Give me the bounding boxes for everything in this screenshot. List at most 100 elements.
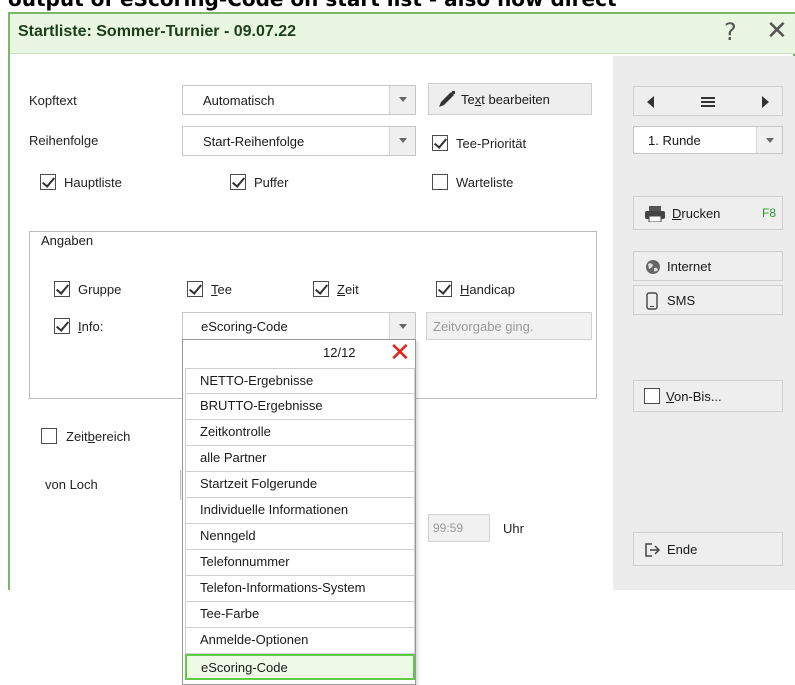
close-icon[interactable]: ✕ xyxy=(766,16,788,46)
warteliste-label: Warteliste xyxy=(456,175,514,190)
kopftext-select[interactable]: Automatisch xyxy=(182,85,416,115)
dropdown-option[interactable]: Telefonnummer xyxy=(185,550,415,576)
handicap-label-rest: andicap xyxy=(469,282,515,297)
print-label: rucken xyxy=(681,206,721,221)
zeit-label-rest: eit xyxy=(344,282,359,297)
info-select[interactable]: eScoring-Code xyxy=(182,312,416,340)
title-bar: Startliste: Sommer-Turnier - 09.07.22 ? … xyxy=(10,14,795,54)
handicap-mnemonic: H xyxy=(460,282,470,297)
von-bis-label: on-Bis... xyxy=(673,389,722,404)
gruppe-checkbox[interactable] xyxy=(54,281,70,297)
zeitbereich-label: Zeitbereich xyxy=(66,429,130,444)
dropdown-option[interactable]: Zeitkontrolle xyxy=(185,420,415,446)
dropdown-option[interactable]: Tee-Farbe xyxy=(185,602,415,628)
pencil-icon xyxy=(439,91,455,107)
uhr-label: Uhr xyxy=(503,521,524,536)
gruppe-label: Gruppe xyxy=(78,282,122,297)
zeitbereich-mnemonic: b xyxy=(87,429,95,444)
next-round-icon[interactable] xyxy=(762,96,769,108)
print-shortcut: F8 xyxy=(762,206,777,220)
puffer-label: Puffer xyxy=(254,175,289,190)
edit-text-label-pre: Te xyxy=(461,92,475,107)
chevron-down-icon xyxy=(389,127,415,155)
time-field: 99:59 xyxy=(428,514,490,542)
zeitvorgabe-mnemonic: g xyxy=(505,319,513,334)
exit-button[interactable]: Ende xyxy=(633,532,783,566)
page-caption: output of eScoring-Code on start list - … xyxy=(8,0,617,11)
zeitbereich-post: ereich xyxy=(94,429,131,444)
tee-label: Tee xyxy=(211,282,232,297)
von-bis-checkbox[interactable] xyxy=(644,388,660,404)
reihenfolge-value: Start-Reihenfolge xyxy=(203,134,305,149)
zeit-checkbox[interactable] xyxy=(313,281,329,297)
globe-icon xyxy=(646,260,660,274)
warteliste-checkbox[interactable] xyxy=(432,174,448,190)
previous-round-icon[interactable] xyxy=(647,96,654,108)
handicap-label: Handicap xyxy=(460,282,515,297)
handicap-checkbox[interactable] xyxy=(436,281,452,297)
edit-text-button[interactable]: Text bearbeiten xyxy=(428,83,592,115)
zeitbereich-pre: Zeit xyxy=(66,429,88,444)
zeit-mnemonic: Z xyxy=(337,282,345,297)
dropdown-option[interactable]: NETTO-Ergebnisse xyxy=(185,368,415,394)
zeitvorgabe-pre: Zeitvorgabe xyxy=(433,319,506,334)
puffer-checkbox[interactable] xyxy=(230,174,246,190)
chevron-down-icon xyxy=(389,313,415,339)
internet-label: Internet xyxy=(667,259,712,274)
tee-checkbox[interactable] xyxy=(187,281,203,297)
tee-prioritaet-checkbox[interactable] xyxy=(432,135,448,151)
exit-label: Ende xyxy=(667,542,698,557)
reihenfolge-label: Reihenfolge xyxy=(29,133,99,148)
action-sidebar: 1. Runde Drucken F8 Internet SMS Von-Bis… xyxy=(613,56,795,590)
round-navigator xyxy=(633,86,783,116)
sms-label: SMS xyxy=(667,293,696,308)
hauptliste-checkbox[interactable] xyxy=(40,174,56,190)
time-value: 99:59 xyxy=(433,521,464,535)
zeit-label: Zeit xyxy=(337,282,359,297)
von-bis-label-mnemonic: V xyxy=(666,389,674,404)
zeitbereich-checkbox[interactable] xyxy=(41,428,57,444)
kopftext-label: Kopftext xyxy=(29,93,77,108)
tee-prioritaet-label: Tee-Priorität xyxy=(456,136,527,151)
exit-icon xyxy=(645,543,661,557)
internet-button[interactable]: Internet xyxy=(633,251,783,281)
round-select-value: 1. Runde xyxy=(648,133,701,148)
dropdown-option[interactable]: Telefon-Informations-System xyxy=(185,576,415,602)
angaben-title: Angaben xyxy=(38,233,97,248)
tee-label-rest: ee xyxy=(217,282,232,297)
reihenfolge-select[interactable]: Start-Reihenfolge xyxy=(182,126,416,156)
sms-button[interactable]: SMS xyxy=(633,285,783,315)
dropdown-option[interactable]: Nenngeld xyxy=(185,524,415,550)
dropdown-option[interactable]: Anmelde-Optionen xyxy=(185,628,415,654)
info-select-value: eScoring-Code xyxy=(201,319,288,334)
dropdown-option[interactable]: Startzeit Folgerunde xyxy=(185,472,415,498)
zeitvorgabe-field: Zeitvorgabe ging. xyxy=(426,312,592,340)
info-label-rest: nfo: xyxy=(81,319,104,334)
dropdown-header: 12/12 ✕ xyxy=(183,340,415,368)
help-icon[interactable]: ? xyxy=(724,18,737,46)
menu-icon[interactable] xyxy=(701,97,715,107)
zeitvorgabe-post: ing. xyxy=(512,319,534,334)
dropdown-count: 12/12 xyxy=(323,345,356,360)
hauptliste-label: Hauptliste xyxy=(64,175,122,190)
dropdown-option[interactable]: alle Partner xyxy=(185,446,415,472)
dropdown-option[interactable]: Individuelle Informationen xyxy=(185,498,415,524)
info-label: Info: xyxy=(78,319,103,334)
dropdown-option[interactable]: eScoring-Code xyxy=(185,654,415,680)
von-loch-label: von Loch xyxy=(45,477,98,492)
info-checkbox[interactable] xyxy=(54,318,70,334)
dropdown-options: NETTO-Ergebnisse BRUTTO-Ergebnisse Zeitkon… xyxy=(185,368,415,680)
chevron-down-icon xyxy=(389,86,415,114)
kopftext-value: Automatisch xyxy=(203,93,275,108)
round-select[interactable]: 1. Runde xyxy=(633,126,783,154)
print-label-mnemonic: D xyxy=(672,206,682,221)
info-dropdown-list: 12/12 ✕ NETTO-Ergebnisse BRUTTO-Ergebniss… xyxy=(182,339,416,685)
print-button[interactable]: Drucken F8 xyxy=(633,196,783,230)
close-icon[interactable]: ✕ xyxy=(389,340,411,368)
chevron-down-icon xyxy=(756,127,782,153)
edit-text-label-post: t bearbeiten xyxy=(481,92,550,107)
von-bis-button[interactable]: Von-Bis... xyxy=(633,380,783,412)
printer-icon xyxy=(645,206,665,222)
dropdown-option[interactable]: BRUTTO-Ergebnisse xyxy=(185,394,415,420)
phone-icon xyxy=(646,292,658,310)
